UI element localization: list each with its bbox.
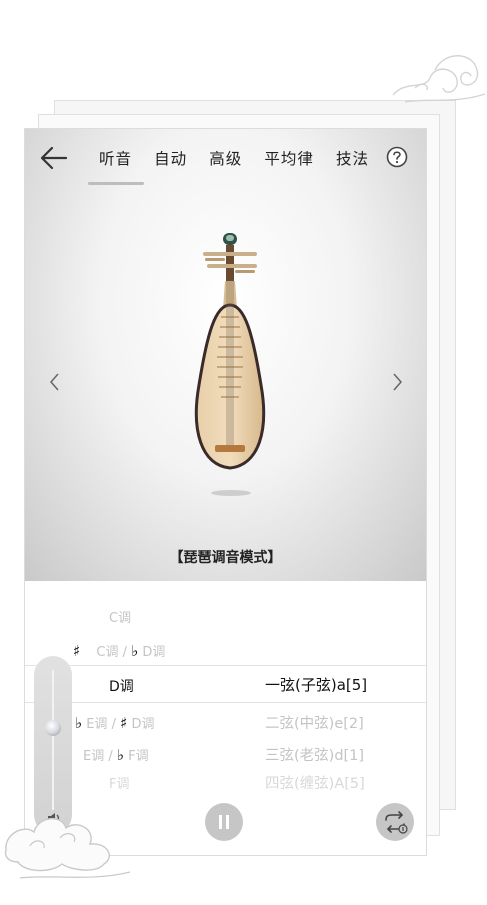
instrument-hero: 听音 自动 高级 平均律 技法 【琵琶调音模式】 — [25, 129, 426, 581]
pause-icon-bar-left — [219, 815, 222, 829]
key-label: D调 — [109, 679, 134, 695]
pause-icon-bar-right — [226, 815, 229, 829]
back-arrow-icon[interactable] — [39, 145, 69, 171]
string-label: 四弦(缠弦)A[5] — [265, 776, 365, 791]
loop-one-icon — [385, 811, 408, 834]
cloud-decoration-top — [392, 55, 486, 103]
sharp-icon: ♯ — [73, 642, 81, 660]
active-tab-indicator — [88, 182, 144, 185]
cloud-decoration-bottom — [4, 818, 131, 879]
tab-advanced[interactable]: 高级 — [209, 147, 242, 169]
key-row-e[interactable]: E调 / ♭ F调 三弦(老弦)d[1] — [25, 739, 426, 767]
key-label: ♭ E调 / ♯ D调 — [75, 714, 155, 732]
key-row-c[interactable]: C调 — [25, 601, 426, 629]
pipa-image — [194, 233, 266, 496]
tab-equal-temperament[interactable]: 平均律 — [264, 147, 314, 169]
string-label: 一弦(子弦)a[5] — [265, 676, 368, 694]
volume-track — [52, 670, 54, 810]
flat-icon: ♭ — [116, 746, 124, 764]
flat-icon: ♭ — [75, 714, 83, 732]
chevron-right-icon[interactable] — [389, 370, 405, 394]
flat-icon: ♭ — [131, 642, 139, 660]
chevron-left-icon[interactable] — [47, 370, 63, 394]
key-row-e-flat[interactable]: ♭ E调 / ♯ D调 二弦(中弦)e[2] — [25, 707, 426, 735]
key-picker: C调 ♯ C调 / ♭ D调 D调 一弦(子弦)a[5] ♭ E调 / ♯ D调 — [25, 581, 426, 791]
key-row-c-sharp[interactable]: ♯ C调 / ♭ D调 — [25, 635, 426, 663]
sharp-icon: ♯ — [120, 714, 128, 732]
key-label: ♯ C调 / ♭ D调 — [73, 642, 166, 660]
loop-one-button[interactable] — [376, 803, 414, 841]
pause-button[interactable] — [205, 803, 243, 841]
tab-listen[interactable]: 听音 — [99, 147, 132, 169]
help-circle-icon[interactable] — [386, 146, 408, 168]
key-label: C调 — [109, 611, 132, 626]
key-label: F调 — [109, 777, 130, 791]
key-row-d-selected[interactable]: D调 一弦(子弦)a[5] — [25, 665, 426, 703]
string-label: 二弦(中弦)e[2] — [265, 716, 364, 732]
key-label: E调 / ♭ F调 — [83, 746, 149, 764]
tab-auto[interactable]: 自动 — [154, 147, 187, 169]
string-label: 三弦(老弦)d[1] — [265, 748, 365, 764]
tuner-card: 听音 自动 高级 平均律 技法 【琵琶调音模式】 C调 ♯ C调 / ♭ D调 … — [24, 128, 427, 856]
key-row-f[interactable]: F调 四弦(缠弦)A[5] — [25, 767, 426, 791]
mode-tabs: 听音 自动 高级 平均律 技法 — [99, 147, 386, 171]
mode-caption: 【琵琶调音模式】 — [169, 550, 282, 566]
volume-knob[interactable] — [45, 719, 61, 736]
tab-technique[interactable]: 技法 — [336, 147, 369, 169]
